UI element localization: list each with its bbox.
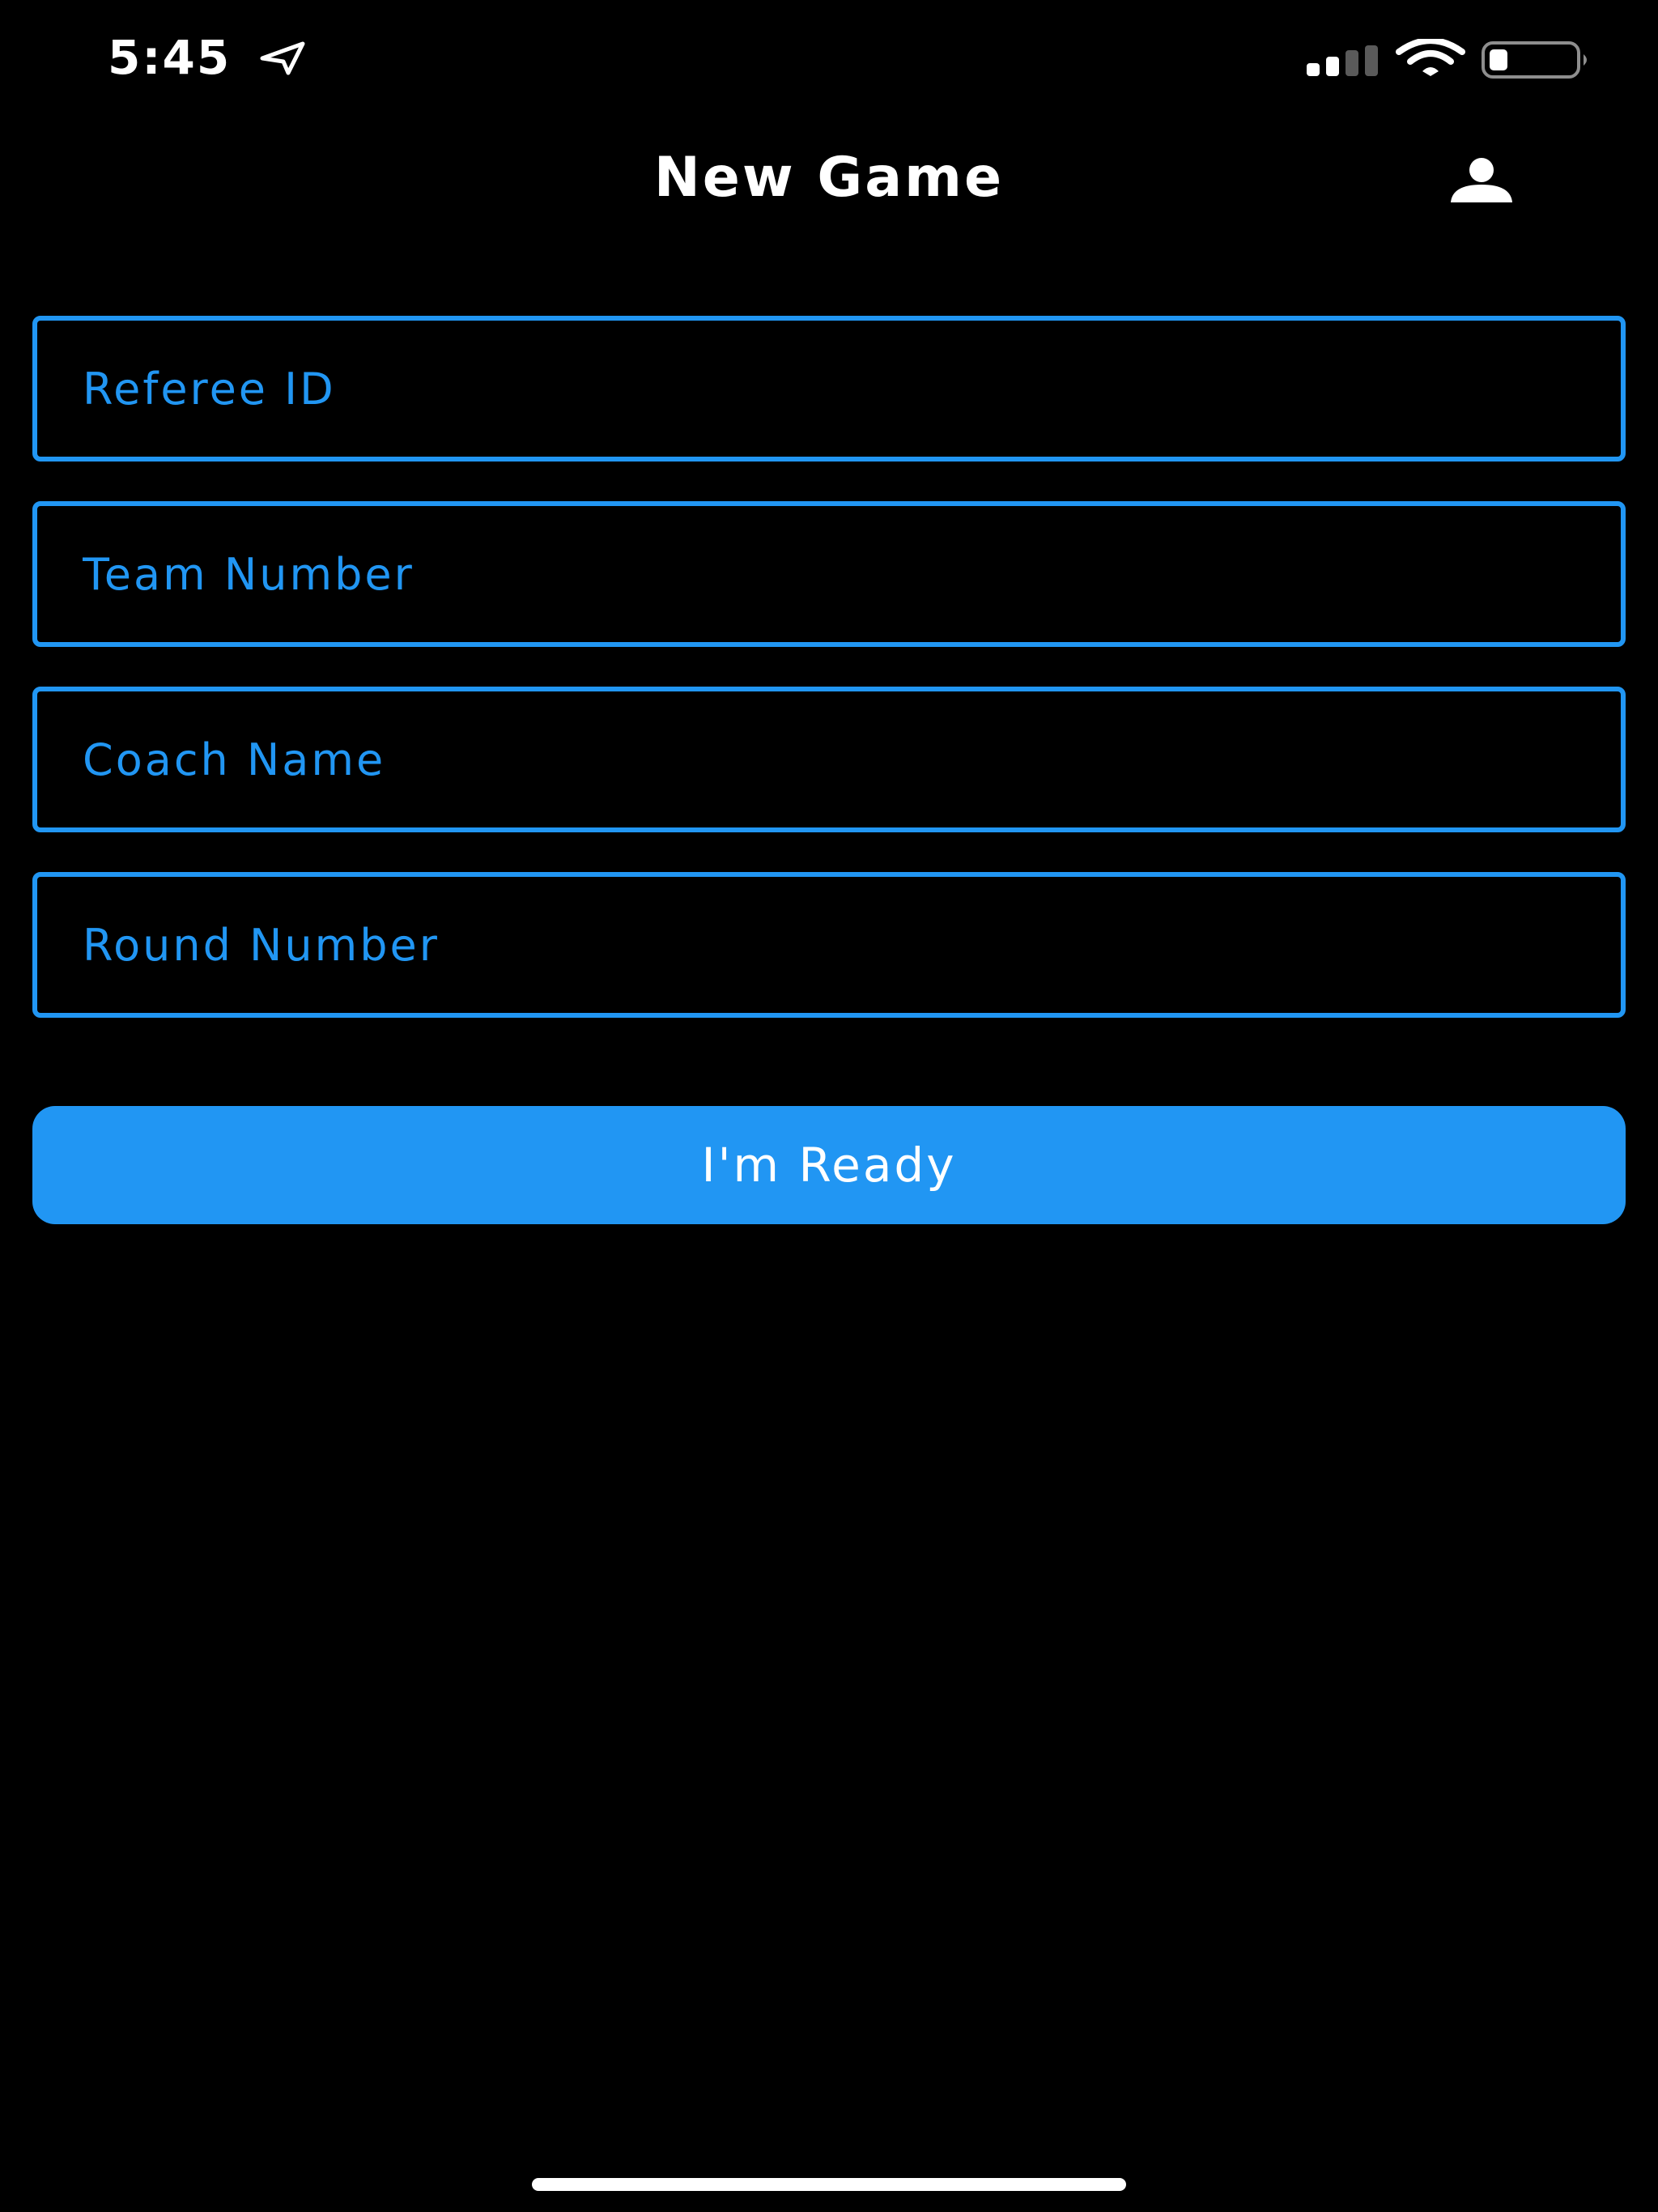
team-number-input[interactable] [37,506,1621,642]
battery-icon [1482,41,1587,79]
wifi-icon [1396,39,1465,76]
referee-id-field [32,316,1626,462]
page-title: New Game [653,146,1005,210]
coach-name-field [32,687,1626,832]
profile-button[interactable] [1433,146,1530,214]
new-game-form [32,316,1626,1057]
location-arrow-icon [260,41,305,75]
new-game-screen: 5:45 New Game Referee ID Team Number Coa… [0,0,1658,2212]
status-time: 5:45 [108,30,232,85]
referee-id-input[interactable] [37,321,1621,457]
home-indicator[interactable] [532,2178,1126,2191]
im-ready-button[interactable]: I'm Ready [32,1106,1626,1224]
cellular-signal-icon [1307,45,1378,76]
status-bar: 5:45 [0,0,1658,121]
round-number-input[interactable] [37,877,1621,1013]
team-number-field [32,501,1626,647]
person-icon [1451,158,1512,202]
round-number-field [32,872,1626,1018]
coach-name-input[interactable] [37,691,1621,827]
